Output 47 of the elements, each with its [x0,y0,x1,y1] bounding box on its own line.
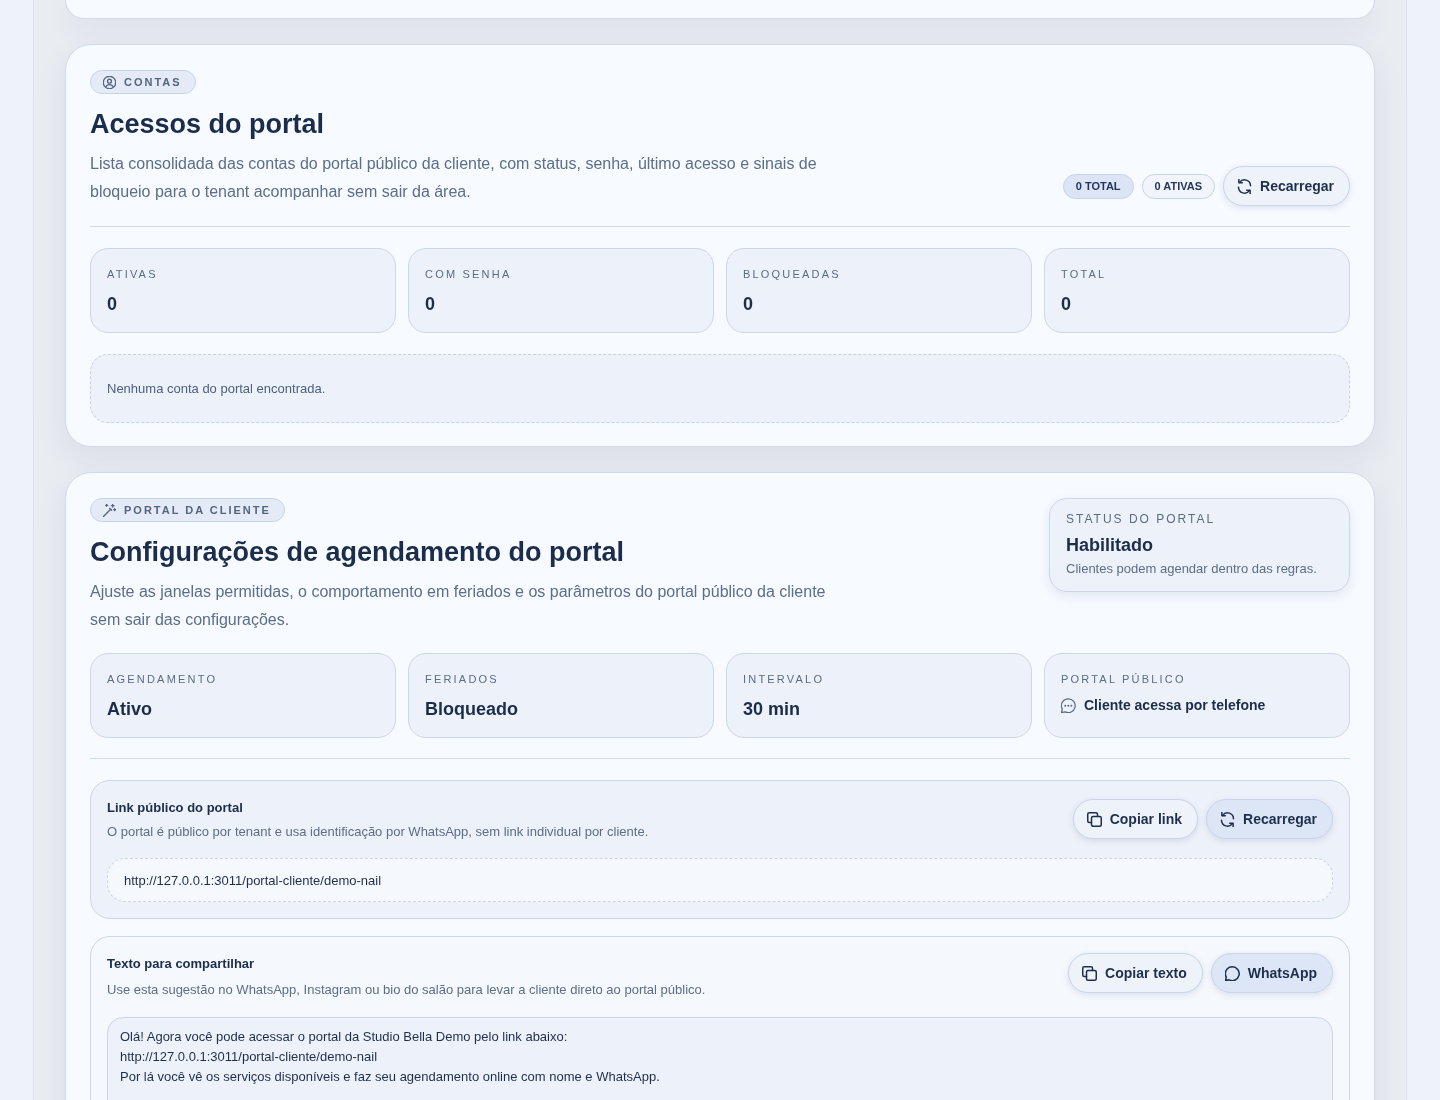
stat-value: Ativo [107,698,152,721]
stat-value: 0 [743,293,753,316]
stat-label: BLOQUEADAS [743,267,841,281]
whatsapp-button[interactable]: WhatsApp [1210,953,1333,993]
share-description: Use esta sugestão no WhatsApp, Instagram ou bio do salão para levar a cliente direto ao portal público. [107,981,706,999]
copy-icon [1086,811,1102,827]
reload-button[interactable]: Recarregar [1223,166,1350,206]
link-title: Link público do portal [107,799,243,817]
user-icon [103,75,116,89]
empty-state: Nenhuma conta do portal encontrada. [90,354,1350,423]
refresh-icon [1220,811,1236,827]
section-label: CONTAS [124,75,182,89]
status-label: STATUS DO PORTAL [1066,511,1216,527]
link-description: O portal é público por tenant e usa identificação por WhatsApp, sem link individual por cliente. [107,823,649,841]
copy-icon [1082,965,1098,981]
section-title: Acessos do portal [90,108,325,141]
stat-value: 0 [1061,293,1071,316]
stat-label: AGENDAMENTO [107,672,218,686]
refresh-icon [1237,178,1253,194]
stat-label: ATIVAS [107,267,158,281]
stat-value: 0 [425,293,435,316]
section-description: Lista consolidada das contas do portal público da cliente, com status, senha, último acesso e sinais de bloqueio para o tenant acompanhar sem sair da área. [90,154,818,202]
wand-icon [103,503,116,517]
copy-text-button[interactable]: Copiar texto [1068,953,1203,993]
stat-value: Bloqueado [425,698,518,721]
stat-label: FERIADOS [425,672,499,686]
stat-value: 30 min [743,698,801,721]
reload-button[interactable]: Recarregar [1206,799,1333,839]
stat-label: PORTAL PÚBLICO [1061,672,1186,686]
share-text-field[interactable]: Olá! Agora você pode acessar o portal da Studio Bella Demo pelo link abaixo: http://127.0.0.1:3011/portal-cliente/demo-nail Por lá você vê os serviços disponíveis e faz seu agendamento online com nome e WhatsApp. [107,1017,1333,1100]
section-title: Configurações de agendamento do portal [90,536,625,569]
count-badge: 0 ATIVAS [1141,173,1216,199]
share-title: Texto para compartilhar [107,955,255,973]
stat-label: TOTAL [1061,267,1107,281]
stat-value: Cliente acessa por telefone [1084,696,1266,715]
section-label: PORTAL DA CLIENTE [124,503,271,517]
chat-bubble-icon [1224,965,1240,981]
status-note: Clientes podem agendar dentro das regras. [1066,560,1317,578]
stat-label: INTERVALO [743,672,825,686]
section-description: Ajuste as janelas permitidas, o comportamento em feriados e os parâmetros do portal público da cliente sem sair das configurações. [90,582,827,630]
chat-bubble-icon [1061,697,1076,713]
status-value: Habilitado [1066,534,1153,557]
stat-value: 0 [107,293,117,316]
url-field[interactable]: http://127.0.0.1:3011/portal-cliente/demo-nail [107,858,1333,902]
stat-label: COM SENHA [425,267,512,281]
copy-link-button[interactable]: Copiar link [1072,799,1199,839]
count-badge: 0 TOTAL [1062,173,1134,199]
